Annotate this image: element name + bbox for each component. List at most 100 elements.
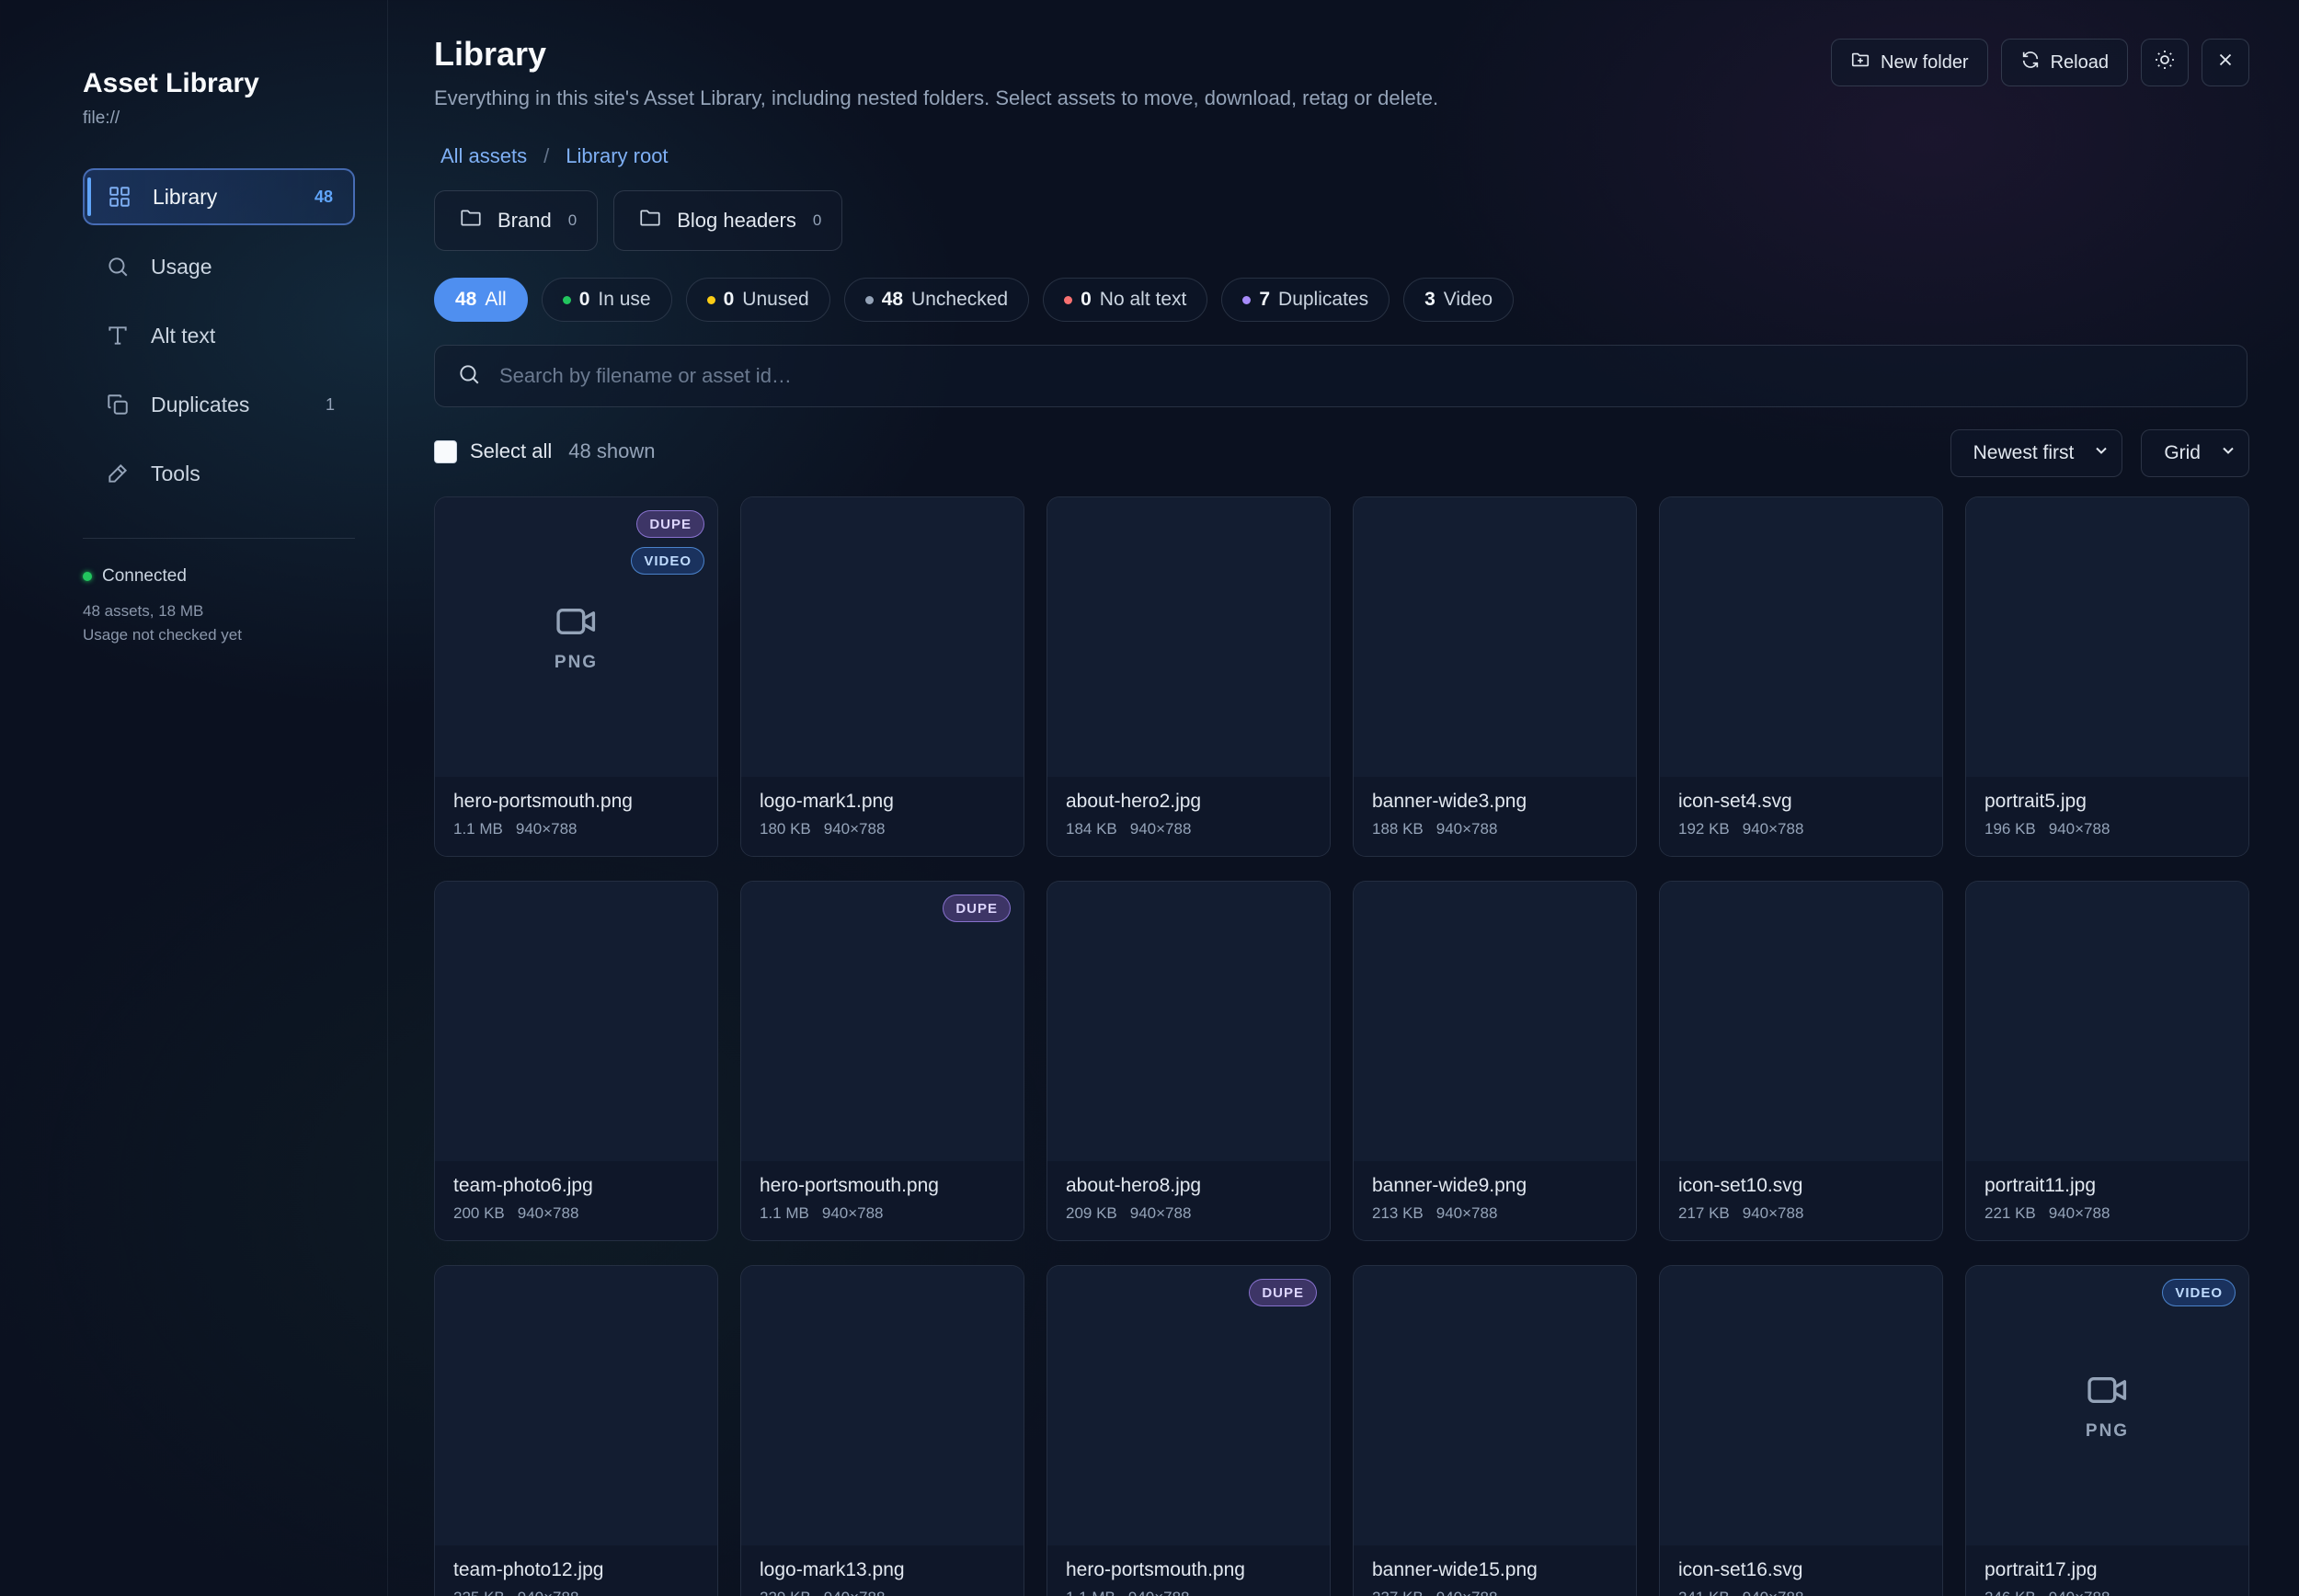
reload-button[interactable]: Reload <box>2000 39 2128 86</box>
filter-count: 7 <box>1259 289 1271 310</box>
sort-select[interactable]: Newest first <box>1950 429 2123 477</box>
asset-thumbnail[interactable] <box>1354 1266 1636 1547</box>
asset-dimensions: 940×788 <box>515 820 578 838</box>
sidebar: Asset Library file:// Library 48 Usage A… <box>0 0 388 1596</box>
asset-card[interactable]: icon-set16.svg 241 KB 940×788 <box>1659 1265 1943 1596</box>
sidebar-item-tools[interactable]: Tools <box>83 445 355 502</box>
asset-size: 237 KB <box>1372 1589 1424 1596</box>
asset-thumbnail[interactable] <box>435 882 717 1163</box>
asset-thumbnail[interactable] <box>1660 1266 1942 1547</box>
asset-card[interactable]: DUPE VIDEO PNG hero-portsmouth.png 1.1 MB 940… <box>434 496 718 857</box>
sidebar-item-duplicates[interactable]: Duplicates 1 <box>83 376 355 433</box>
connection-status: Connected <box>83 566 187 587</box>
asset-info: portrait5.jpg 196 KB 940×788 <box>1966 777 2248 856</box>
folder-icon <box>638 206 662 235</box>
asset-thumbnail[interactable] <box>435 1266 717 1547</box>
filter-count: 0 <box>1081 289 1092 310</box>
sidebar-item-usage[interactable]: Usage <box>83 238 355 295</box>
asset-size: 1.1 MB <box>453 820 503 838</box>
asset-card[interactable]: banner-wide15.png 237 KB 940×788 <box>1353 1265 1637 1596</box>
asset-card[interactable]: icon-set10.svg 217 KB 940×788 <box>1659 881 1943 1241</box>
asset-thumbnail[interactable] <box>1047 882 1330 1163</box>
asset-thumbnail[interactable] <box>741 882 1024 1163</box>
filter-label: Unused <box>742 289 809 310</box>
asset-card[interactable]: DUPE hero-portsmouth.png 1.1 MB 940×788 <box>740 881 1024 1241</box>
theme-toggle-button[interactable] <box>2141 39 2189 86</box>
asset-thumbnail[interactable] <box>1660 882 1942 1163</box>
asset-card[interactable]: icon-set4.svg 192 KB 940×788 <box>1659 496 1943 857</box>
asset-card[interactable]: about-hero8.jpg 209 KB 940×788 <box>1047 881 1331 1241</box>
filter-count: 3 <box>1424 289 1435 310</box>
filter-label: Unchecked <box>911 289 1009 310</box>
asset-size: 200 KB <box>453 1204 505 1222</box>
asset-thumbnail[interactable] <box>741 497 1024 779</box>
status-dot-icon <box>706 295 715 304</box>
asset-dimensions: 940×788 <box>1128 1589 1190 1596</box>
asset-filename: banner-wide15.png <box>1372 1559 1538 1580</box>
asset-filename: logo-mark1.png <box>760 791 894 812</box>
filter-chip-no-alt-text[interactable]: 0 No alt text <box>1043 278 1208 322</box>
asset-info: team-photo12.jpg 225 KB 940×788 <box>435 1545 717 1596</box>
filter-label: All <box>485 289 507 310</box>
asset-card[interactable]: DUPE hero-portsmouth.png 1.1 MB 940×788 <box>1047 1265 1331 1596</box>
asset-thumbnail[interactable] <box>1047 1266 1330 1547</box>
asset-thumbnail[interactable] <box>741 1266 1024 1547</box>
asset-filename: team-photo12.jpg <box>453 1559 604 1580</box>
asset-thumbnail[interactable] <box>1966 882 2248 1163</box>
filter-chip-duplicates[interactable]: 7 Duplicates <box>1221 278 1390 322</box>
asset-thumbnail[interactable] <box>1660 497 1942 779</box>
folder-name: Blog headers <box>677 209 796 232</box>
sidebar-title: Asset Library <box>83 68 259 98</box>
asset-dimensions: 940×788 <box>2049 1589 2110 1596</box>
asset-card[interactable]: logo-mark1.png 180 KB 940×788 <box>740 496 1024 857</box>
asset-thumbnail[interactable] <box>1354 497 1636 779</box>
folder-blog-headers[interactable]: Blog headers 0 <box>613 190 843 251</box>
filter-chip-in-use[interactable]: 0 In use <box>541 278 672 322</box>
filter-count: 48 <box>881 289 904 310</box>
filter-count: 0 <box>723 289 735 310</box>
asset-meta: 196 KB 940×788 <box>1984 820 2230 838</box>
asset-meta: 200 KB 940×788 <box>453 1204 699 1223</box>
asset-dimensions: 940×788 <box>824 1589 886 1596</box>
asset-card[interactable]: banner-wide9.png 213 KB 940×788 <box>1353 881 1637 1241</box>
sun-icon <box>2154 49 2176 76</box>
filter-chip-unused[interactable]: 0 Unused <box>685 278 830 322</box>
asset-thumbnail[interactable] <box>1354 882 1636 1163</box>
select-all-checkbox[interactable] <box>434 439 457 463</box>
breadcrumb: All assets / Library root <box>440 144 669 168</box>
asset-card[interactable]: VIDEO PNG portrait17.jpg 246 KB 940×788 <box>1965 1265 2249 1596</box>
select-all-label[interactable]: Select all <box>470 439 552 463</box>
filter-chip-all[interactable]: 48 All <box>434 278 528 322</box>
asset-filename: icon-set16.svg <box>1678 1559 1803 1580</box>
filter-chip-video[interactable]: 3 Video <box>1403 278 1515 322</box>
asset-filename: icon-set10.svg <box>1678 1175 1803 1196</box>
status-dot-icon <box>1242 295 1252 304</box>
view-select[interactable]: Grid <box>2141 429 2249 477</box>
breadcrumb-all-assets[interactable]: All assets <box>440 144 527 168</box>
filter-label: No alt text <box>1099 289 1187 310</box>
search-input[interactable] <box>499 364 2247 388</box>
asset-size: 229 KB <box>760 1589 811 1596</box>
asset-card[interactable]: portrait5.jpg 196 KB 940×788 <box>1965 496 2249 857</box>
filter-chip-unchecked[interactable]: 48 Unchecked <box>843 278 1030 322</box>
folder-count: 0 <box>567 211 578 229</box>
close-button[interactable] <box>2202 39 2249 86</box>
search-icon <box>105 254 131 279</box>
asset-card[interactable]: banner-wide3.png 188 KB 940×788 <box>1353 496 1637 857</box>
asset-card[interactable]: team-photo6.jpg 200 KB 940×788 <box>434 881 718 1241</box>
sidebar-item-library[interactable]: Library 48 <box>83 168 355 225</box>
asset-info: hero-portsmouth.png 1.1 MB 940×788 <box>1047 1545 1330 1596</box>
new-folder-button[interactable]: New folder <box>1831 39 1988 86</box>
asset-size: 196 KB <box>1984 820 2036 838</box>
folder-brand[interactable]: Brand 0 <box>434 190 599 251</box>
asset-card[interactable]: team-photo12.jpg 225 KB 940×788 <box>434 1265 718 1596</box>
video-placeholder: PNG <box>435 606 717 673</box>
sidebar-item-alt-text[interactable]: Alt text <box>83 307 355 364</box>
asset-card[interactable]: about-hero2.jpg 184 KB 940×788 <box>1047 496 1331 857</box>
asset-thumbnail[interactable] <box>1966 497 2248 779</box>
asset-size: 180 KB <box>760 820 811 838</box>
asset-card[interactable]: portrait11.jpg 221 KB 940×788 <box>1965 881 2249 1241</box>
asset-card[interactable]: logo-mark13.png 229 KB 940×788 <box>740 1265 1024 1596</box>
asset-thumbnail[interactable] <box>1047 497 1330 779</box>
breadcrumb-library-root[interactable]: Library root <box>566 144 668 168</box>
